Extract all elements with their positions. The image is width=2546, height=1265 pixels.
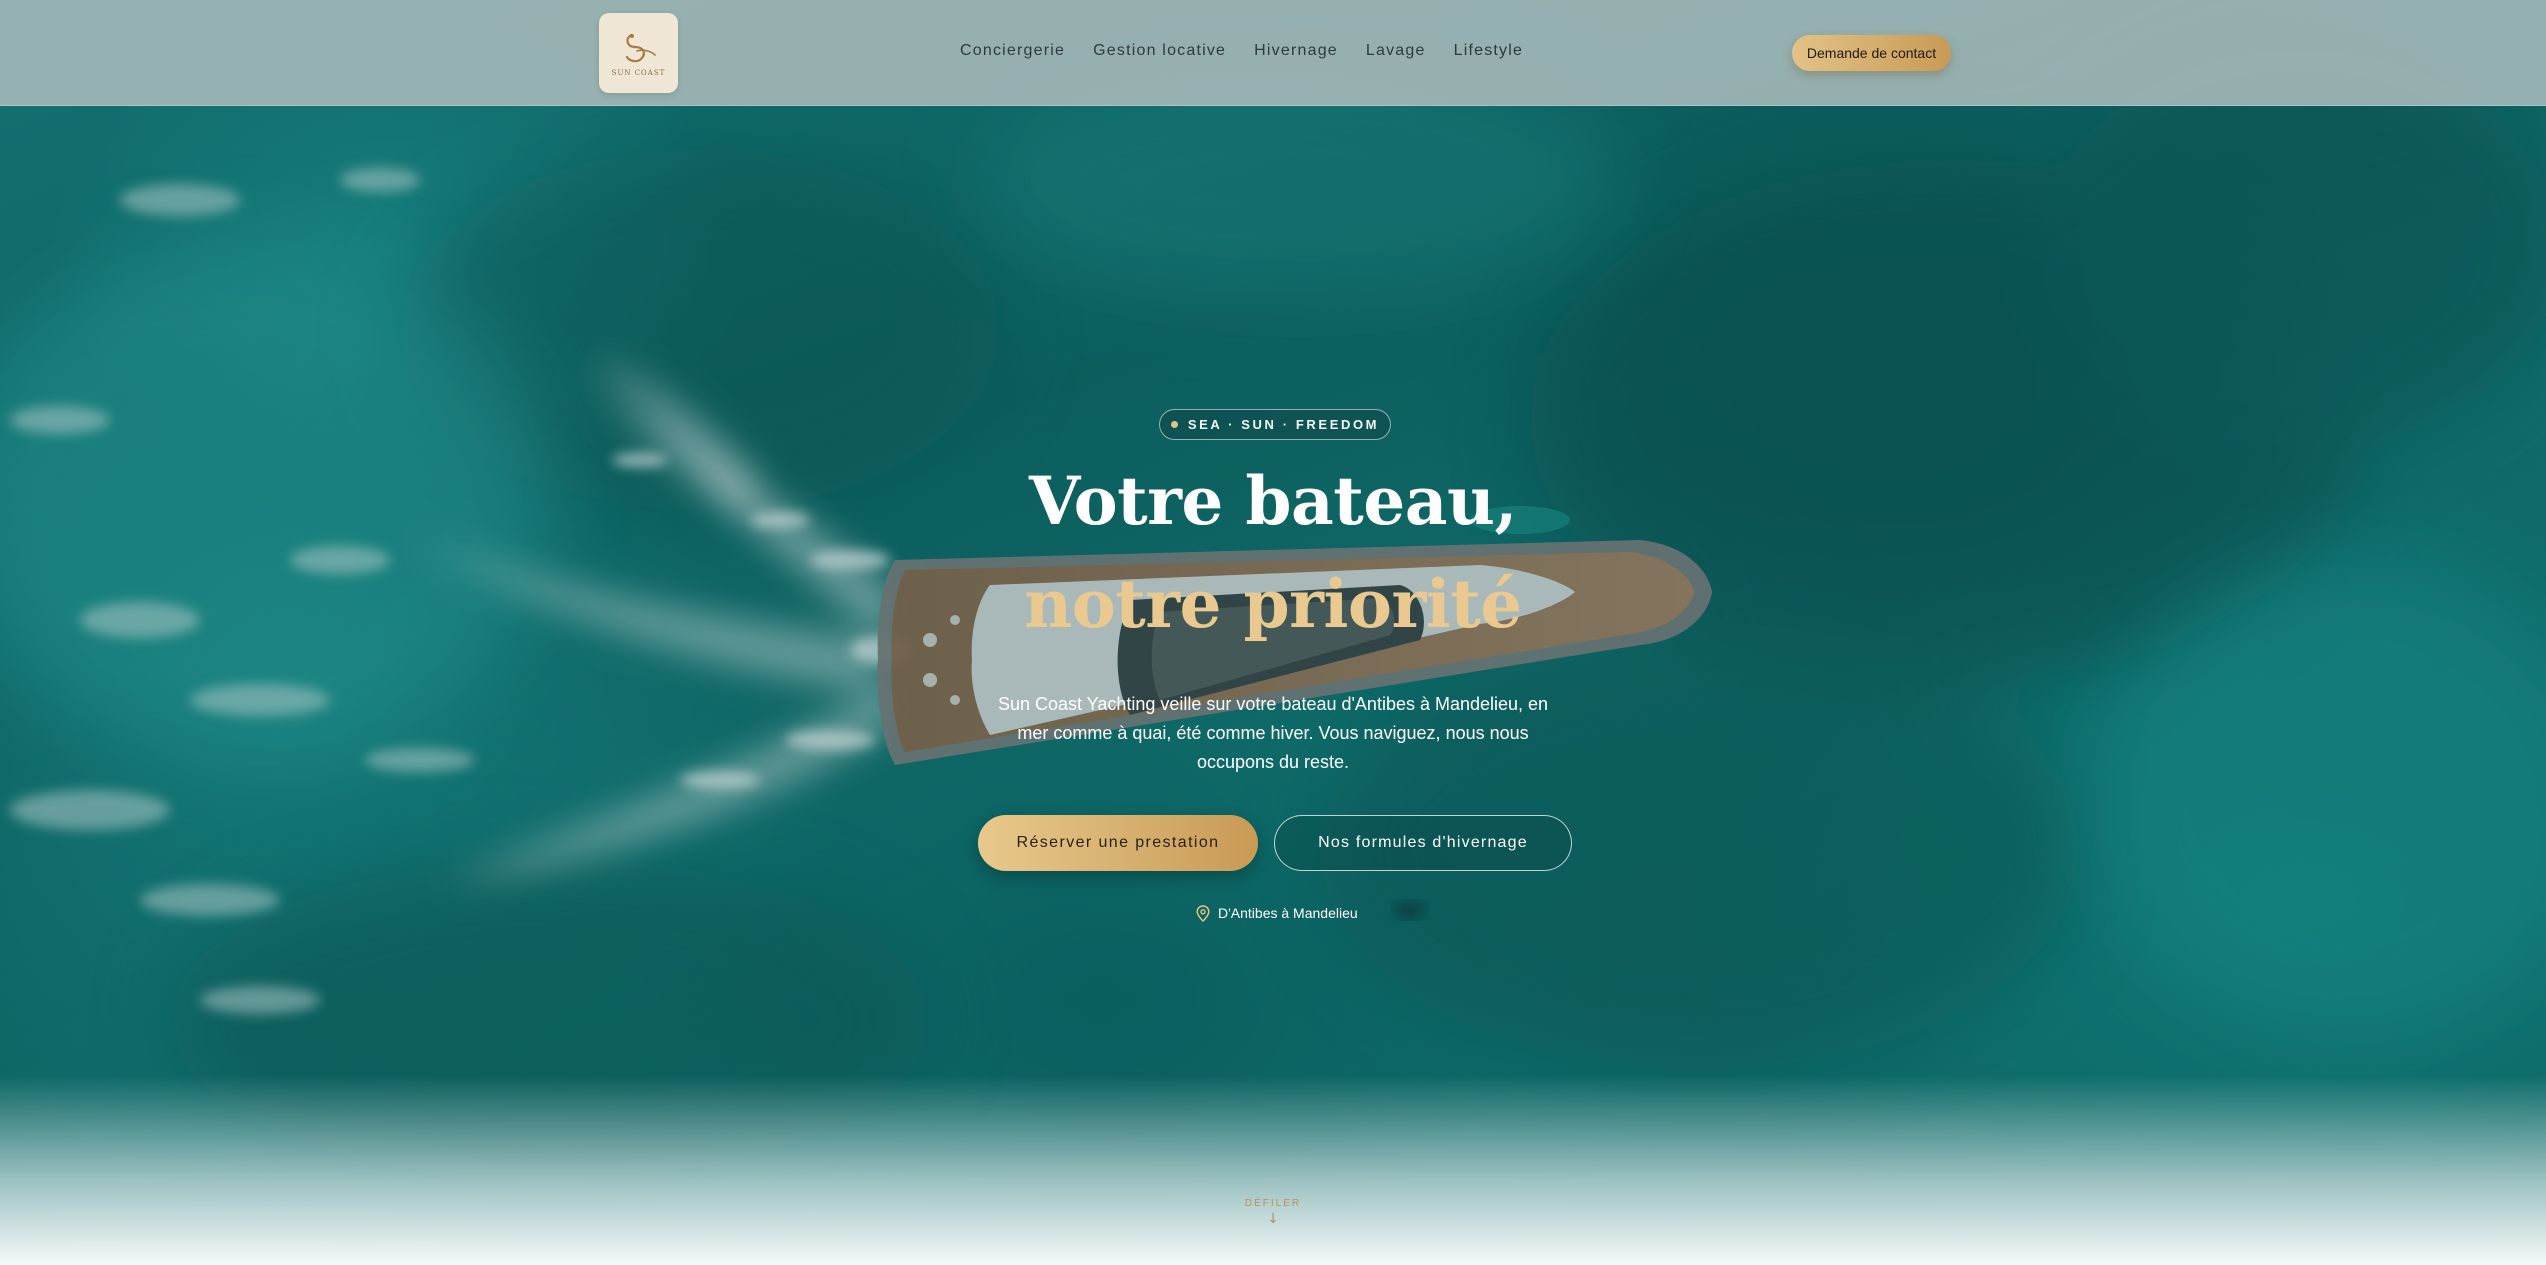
nav-item-lifestyle[interactable]: Lifestyle <box>1454 42 1524 64</box>
contact-request-button[interactable]: Demande de contact <box>1792 35 1951 71</box>
location-text: D'Antibes à Mandelieu <box>1218 905 1358 921</box>
nav-item-lavage[interactable]: Lavage <box>1366 42 1426 64</box>
nav-item-gestion-locative[interactable]: Gestion locative <box>1093 42 1226 64</box>
main-nav: Conciergerie Gestion locative Hivernage … <box>960 42 1523 64</box>
location-info: D'Antibes à Mandelieu <box>1196 903 1358 923</box>
logo-text: SUN COAST <box>611 69 666 77</box>
location-pin-icon <box>1196 904 1210 922</box>
hero-title-line2: notre priorité <box>1024 565 1522 643</box>
bottom-fade <box>0 1075 2546 1265</box>
hero-title-line1: Votre bateau, <box>1028 462 1518 540</box>
wintering-plans-button[interactable]: Nos formules d'hivernage <box>1274 815 1572 871</box>
tagline-dot-icon <box>1170 421 1178 428</box>
scroll-label: DÉFILER <box>1244 1198 1302 1209</box>
book-service-button[interactable]: Réserver une prestation <box>978 815 1258 871</box>
tagline-text: SEA · SUN · FREEDOM <box>1187 417 1380 432</box>
logo-mark-icon <box>625 33 656 63</box>
arrow-down-icon: ↓ <box>1267 1211 1279 1227</box>
scroll-indicator[interactable]: DÉFILER ↓ <box>1223 1198 1323 1227</box>
nav-item-hivernage[interactable]: Hivernage <box>1254 42 1338 64</box>
nav-item-conciergerie[interactable]: Conciergerie <box>960 42 1065 64</box>
tagline-badge: SEA · SUN · FREEDOM <box>1159 409 1391 440</box>
logo[interactable]: SUN COAST <box>599 13 678 93</box>
site-header: SUN COAST Conciergerie Gestion locative … <box>0 0 2546 106</box>
hero-subtitle: Sun Coast Yachting veille sur votre bate… <box>997 694 1549 772</box>
